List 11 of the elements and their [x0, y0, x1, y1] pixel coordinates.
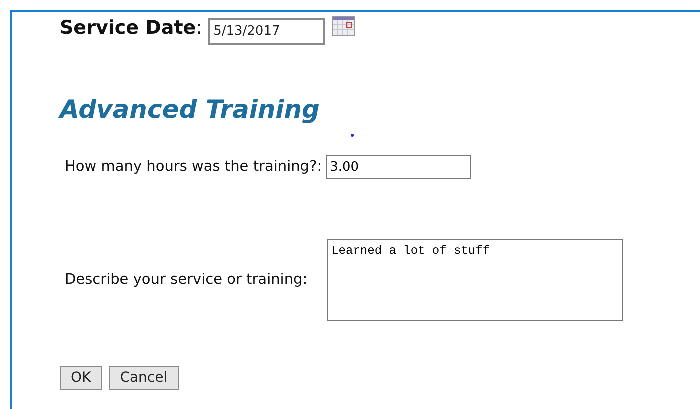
field-label: Describe your service or training:: [65, 272, 308, 288]
dot-mark: [351, 134, 354, 137]
field-label: Service Date:: [60, 17, 203, 39]
description-field[interactable]: Learned a lot of stuff: [326, 239, 623, 321]
section-heading: Advanced Training: [60, 95, 321, 125]
hours-field[interactable]: 3.00: [326, 155, 472, 179]
field-label: How many hours was the training?:: [65, 159, 322, 175]
calendar-icon[interactable]: [332, 16, 355, 36]
ok-button[interactable]: OK: [60, 366, 102, 390]
date-field[interactable]: 5/13/2017: [208, 18, 325, 45]
cancel-button[interactable]: Cancel: [109, 366, 179, 390]
